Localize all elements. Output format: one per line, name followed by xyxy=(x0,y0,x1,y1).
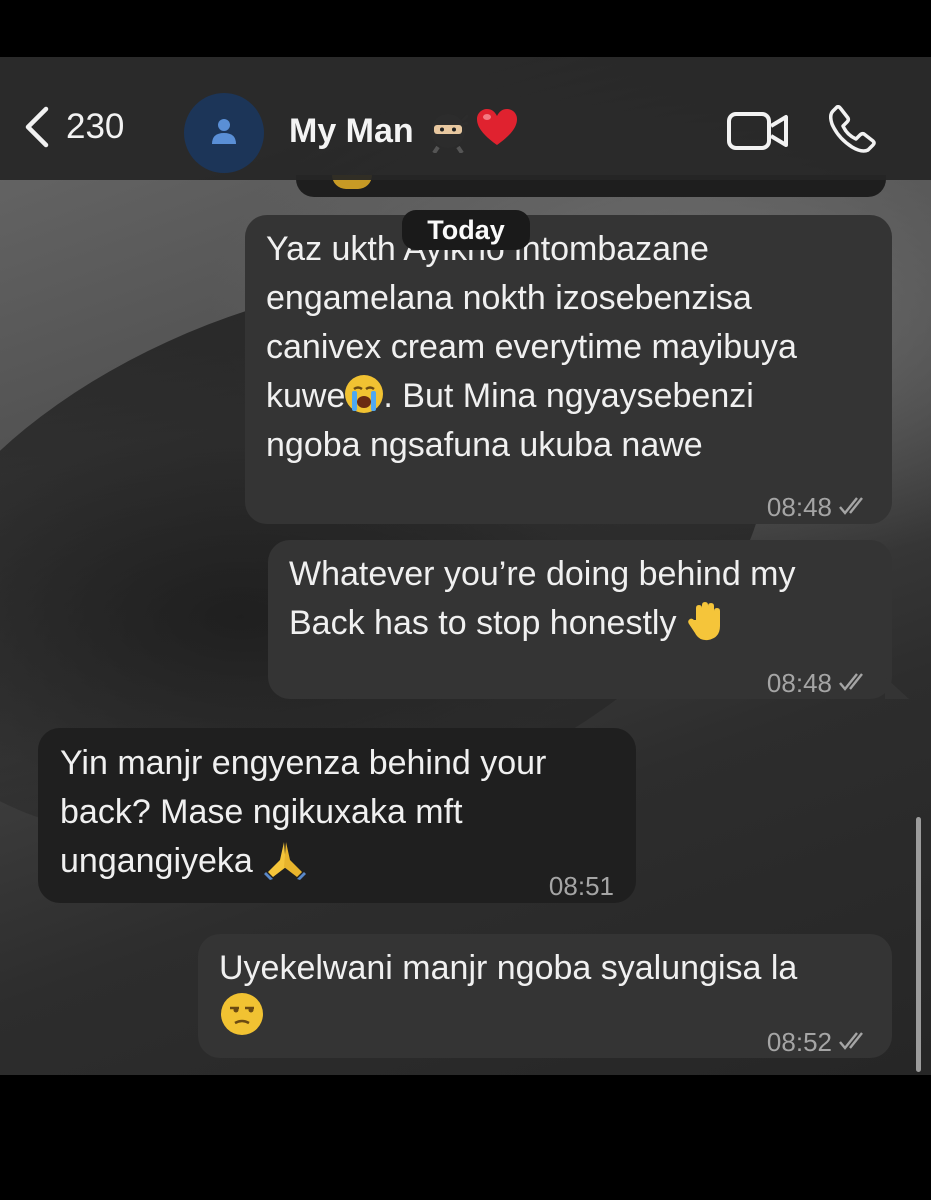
unread-count: 230 xyxy=(66,107,125,146)
read-receipt-icon xyxy=(838,659,872,708)
message-line: ungangiyeka xyxy=(60,837,546,894)
avatar[interactable] xyxy=(184,93,264,173)
heart-emoji xyxy=(476,109,518,153)
message-line: Whatever you’re doing behind my xyxy=(289,555,796,593)
message-text: Uyekelwani manjr ngoba syalungisa la xyxy=(219,944,797,1043)
bubble-tail xyxy=(885,677,909,699)
message-line: Yaz ukth Ayikho intombazane xyxy=(266,230,709,268)
back-button[interactable]: 230 xyxy=(22,103,162,151)
message-time: 08:48 xyxy=(766,668,832,698)
voice-call-button[interactable] xyxy=(828,105,879,160)
message-meta: 08:52 xyxy=(767,1018,872,1067)
message-time: 08:52 xyxy=(766,1027,832,1057)
message-time: 08:51 xyxy=(548,871,614,901)
folded-hands-emoji xyxy=(262,838,308,894)
message-meta: 08:51 xyxy=(549,862,614,911)
ninja-emoji xyxy=(428,111,469,155)
message-line: ngoba ngsafuna ukuba nawe xyxy=(266,426,703,464)
message-time: 08:48 xyxy=(766,492,832,522)
message-line: Back has to stop honestly xyxy=(289,599,796,656)
message-bubble-incoming[interactable]: Yin manjr engyenza behind your back? Mas… xyxy=(38,728,636,903)
message-line: kuwe. But Mina ngyaysebenzi xyxy=(266,375,754,415)
message-line xyxy=(219,993,797,1043)
chat-screen: Yaz ukth Ayikho intombazane engamelana n… xyxy=(0,57,931,1075)
message-text: Yaz ukth Ayikho intombazane engamelana n… xyxy=(266,225,797,470)
message-bubble-outgoing[interactable]: Uyekelwani manjr ngoba syalungisa la 08:… xyxy=(198,934,892,1058)
read-receipt-icon xyxy=(838,483,872,532)
message-bubble-outgoing[interactable]: Yaz ukth Ayikho intombazane engamelana n… xyxy=(245,215,892,524)
message-line: engamelana nokth izosebenzisa xyxy=(266,279,752,317)
raised-hand-emoji xyxy=(686,600,726,656)
date-divider: Today xyxy=(402,210,530,250)
loudly-crying-face-emoji xyxy=(345,375,384,413)
message-text: Yin manjr engyenza behind your back? Mas… xyxy=(60,739,546,894)
message-bubble-outgoing[interactable]: Whatever you’re doing behind my Back has… xyxy=(268,540,892,699)
message-line: Uyekelwani manjr ngoba syalungisa la xyxy=(219,949,798,987)
message-line: back? Mase ngikuxaka mft xyxy=(60,793,463,831)
scrollbar[interactable] xyxy=(916,817,921,1072)
contact-title[interactable]: My Man xyxy=(289,109,518,155)
message-line: canivex cream everytime mayibuya xyxy=(266,328,797,366)
phone-icon xyxy=(828,105,879,159)
message-text: Whatever you’re doing behind my Back has… xyxy=(289,550,796,656)
contact-name: My Man xyxy=(289,111,414,150)
person-icon xyxy=(209,116,239,151)
chat-header: 230 My Man xyxy=(0,57,931,180)
unamused-face-emoji xyxy=(221,993,263,1035)
chevron-left-icon xyxy=(22,105,52,149)
message-line: Yin manjr engyenza behind your xyxy=(60,744,547,782)
video-camera-icon xyxy=(726,112,790,156)
video-call-button[interactable] xyxy=(726,110,790,157)
read-receipt-icon xyxy=(838,1018,872,1067)
message-meta: 08:48 xyxy=(767,659,872,708)
message-meta: 08:48 xyxy=(767,483,872,532)
